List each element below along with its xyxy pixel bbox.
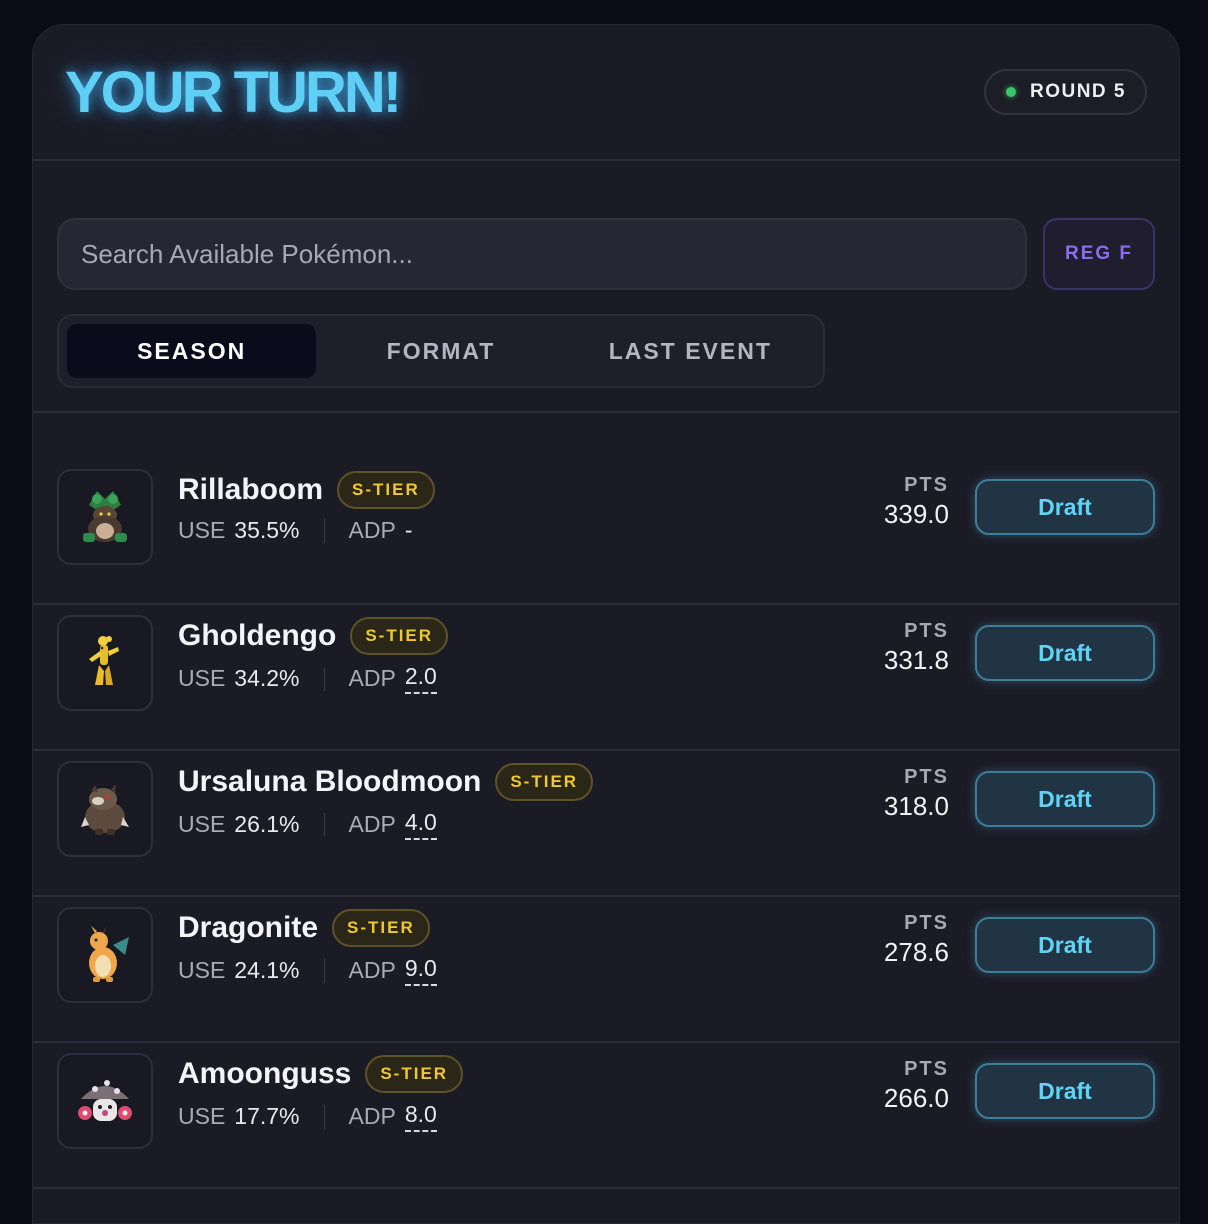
- regulation-button[interactable]: REG F: [1043, 218, 1155, 290]
- use-label: USE: [178, 957, 226, 983]
- name-line: Amoonguss S-TIER: [178, 1055, 464, 1093]
- list-item: Gholdengo S-TIER USE 34.2% ADP 2.0 PTS 3…: [33, 605, 1179, 751]
- pts-label: PTS: [904, 1058, 949, 1080]
- draft-button[interactable]: Draft: [975, 479, 1155, 535]
- use-label: USE: [178, 665, 226, 691]
- tier-badge: S-TIER: [332, 909, 430, 947]
- pts-value: 318.0: [883, 791, 949, 821]
- search-input[interactable]: [57, 218, 1027, 290]
- list-item: Amoonguss S-TIER USE 17.7% ADP 8.0 PTS 2…: [33, 1043, 1179, 1189]
- draft-button[interactable]: Draft: [975, 917, 1155, 973]
- stats-line: USE 34.2% ADP 2.0: [178, 663, 437, 694]
- points-block: PTS 318.0: [884, 765, 949, 823]
- pts-value: 278.6: [883, 937, 949, 967]
- status-dot-icon: [1005, 87, 1016, 97]
- name-line: Dragonite S-TIER: [178, 909, 430, 947]
- pts-value: 266.0: [883, 1083, 949, 1113]
- points-block: PTS 339.0: [884, 473, 949, 531]
- draft-button[interactable]: Draft: [975, 771, 1155, 827]
- tier-badge: S-TIER: [337, 471, 435, 509]
- stats-line: USE 26.1% ADP 4.0: [178, 809, 437, 840]
- adp-label: ADP: [348, 517, 396, 543]
- adp-label: ADP: [348, 811, 396, 837]
- pts-label: PTS: [904, 766, 949, 788]
- name-line: Gholdengo S-TIER: [178, 617, 449, 655]
- ursaluna-bloodmoon-sprite-icon: [57, 761, 153, 857]
- stats-line: USE 24.1% ADP 9.0: [178, 955, 437, 986]
- rillaboom-sprite-icon: [57, 469, 153, 565]
- list-item: Ursaluna Bloodmoon S-TIER USE 26.1% ADP …: [33, 751, 1179, 897]
- draft-panel: YOUR TURN! ROUND 5 REG F SEASON FORMAT L…: [32, 24, 1180, 1224]
- use-value: 35.5%: [234, 517, 300, 543]
- use-label: USE: [178, 1103, 226, 1129]
- adp-value[interactable]: 8.0: [404, 1101, 437, 1132]
- tier-badge: S-TIER: [365, 1055, 464, 1093]
- stat-divider: [323, 518, 325, 543]
- list-item: Rillaboom S-TIER USE 35.5% ADP - PTS 339…: [33, 459, 1179, 605]
- stat-divider: [323, 1104, 325, 1129]
- name-line: Rillaboom S-TIER: [178, 471, 435, 509]
- round-label: ROUND 5: [1029, 81, 1126, 102]
- draft-button[interactable]: Draft: [975, 1063, 1155, 1119]
- pts-label: PTS: [904, 620, 949, 642]
- pokemon-name[interactable]: Amoonguss: [178, 1057, 351, 1091]
- stats-line: USE 35.5% ADP -: [178, 517, 412, 544]
- stat-divider: [323, 812, 325, 837]
- available-list: Rillaboom S-TIER USE 35.5% ADP - PTS 339…: [33, 413, 1179, 1189]
- adp-value[interactable]: 2.0: [404, 663, 437, 694]
- dragonite-sprite-icon: [57, 907, 153, 1003]
- points-block: PTS 331.8: [884, 619, 949, 677]
- controls-section: REG F SEASON FORMAT LAST EVENT: [33, 161, 1179, 413]
- pts-label: PTS: [904, 474, 949, 496]
- name-line: Ursaluna Bloodmoon S-TIER: [178, 763, 594, 801]
- tab-last-event[interactable]: LAST EVENT: [566, 324, 815, 378]
- tab-format[interactable]: FORMAT: [316, 324, 565, 378]
- points-block: PTS 266.0: [884, 1057, 949, 1115]
- pokemon-name[interactable]: Dragonite: [178, 911, 318, 945]
- draft-button[interactable]: Draft: [975, 625, 1155, 681]
- stat-tabs: SEASON FORMAT LAST EVENT: [57, 314, 825, 388]
- adp-value: -: [404, 517, 413, 543]
- pts-label: PTS: [904, 912, 949, 934]
- pokemon-name[interactable]: Rillaboom: [178, 473, 323, 507]
- list-item: Dragonite S-TIER USE 24.1% ADP 9.0 PTS 2…: [33, 897, 1179, 1043]
- pts-value: 331.8: [883, 645, 949, 675]
- adp-label: ADP: [348, 957, 396, 983]
- tier-badge: S-TIER: [350, 617, 449, 655]
- use-value: 34.2%: [234, 665, 300, 691]
- points-block: PTS 278.6: [884, 911, 949, 969]
- pokemon-name[interactable]: Gholdengo: [178, 619, 336, 653]
- use-label: USE: [178, 517, 226, 543]
- tab-season[interactable]: SEASON: [67, 324, 317, 378]
- adp-value[interactable]: 4.0: [404, 809, 437, 840]
- adp-label: ADP: [348, 665, 396, 691]
- turn-title: YOUR TURN!: [65, 60, 402, 125]
- adp-value[interactable]: 9.0: [404, 955, 437, 986]
- gholdengo-sprite-icon: [57, 615, 153, 711]
- use-value: 26.1%: [234, 811, 300, 837]
- use-label: USE: [178, 811, 226, 837]
- use-value: 17.7%: [234, 1103, 300, 1129]
- adp-label: ADP: [348, 1103, 396, 1129]
- stat-divider: [323, 958, 325, 983]
- amoonguss-sprite-icon: [57, 1053, 153, 1149]
- round-badge: ROUND 5: [983, 69, 1147, 115]
- use-value: 24.1%: [234, 957, 300, 983]
- pts-value: 339.0: [883, 499, 949, 529]
- pokemon-name[interactable]: Ursaluna Bloodmoon: [178, 765, 481, 799]
- panel-header: YOUR TURN! ROUND 5: [33, 25, 1179, 161]
- tier-badge: S-TIER: [495, 763, 594, 801]
- stats-line: USE 17.7% ADP 8.0: [178, 1101, 437, 1132]
- stat-divider: [323, 666, 325, 691]
